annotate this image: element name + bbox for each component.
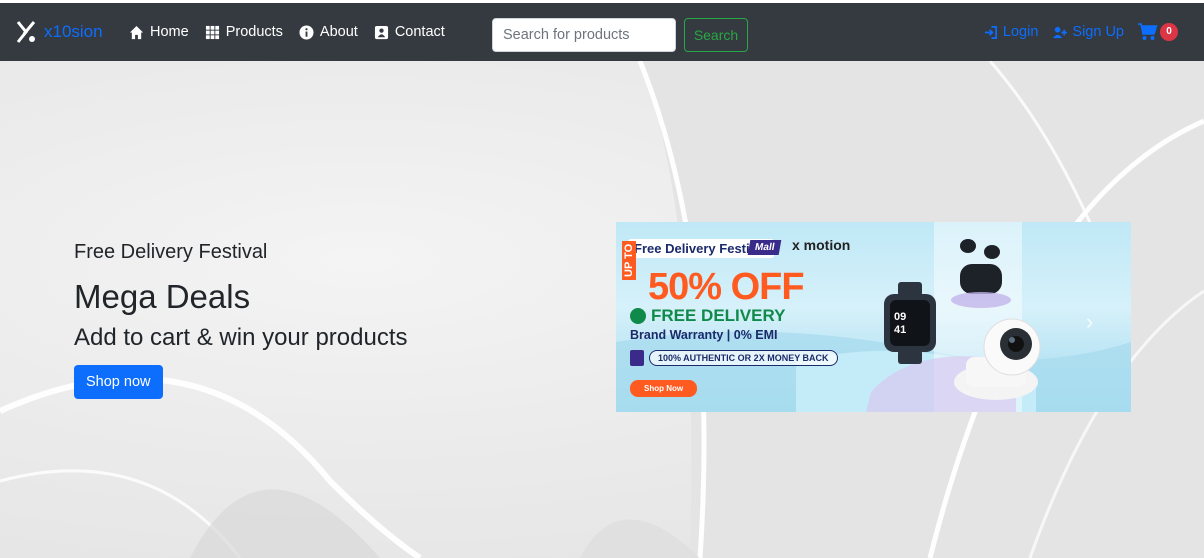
contact-card-icon <box>374 25 388 39</box>
grid-icon <box>205 25 219 39</box>
banner-mall-tag: Mall <box>747 240 782 255</box>
banner-delivery-label: FREE DELIVERY <box>651 306 786 325</box>
banner-authentic-label: 100% AUTHENTIC OR 2X MONEY BACK <box>649 350 838 366</box>
nav-home-label: Home <box>150 24 189 40</box>
nav-products[interactable]: Products <box>205 24 283 40</box>
banner-brand: x motion <box>792 237 851 253</box>
navbar: x10sion Home Products About Contact Sear… <box>0 0 1204 61</box>
nav-contact-label: Contact <box>394 24 445 40</box>
x10sion-logo-icon <box>16 21 36 43</box>
svg-text:41: 41 <box>894 324 906 336</box>
hero-tagline: Add to cart & win your products <box>74 324 408 351</box>
svg-text:09: 09 <box>894 311 906 323</box>
login-label: Login <box>1002 24 1039 40</box>
shopping-bag-icon <box>630 350 644 366</box>
home-icon <box>129 25 144 39</box>
hero-subtitle: Free Delivery Festival <box>74 241 268 263</box>
chevron-right-icon[interactable]: › <box>1086 309 1093 335</box>
banner-shop-now-button[interactable]: Shop Now <box>630 380 698 397</box>
brand-name: x10sion <box>44 22 103 41</box>
sign-in-icon <box>984 25 997 39</box>
banner-authentic: 100% AUTHENTIC OR 2X MONEY BACK <box>630 350 838 366</box>
info-icon <box>299 24 314 40</box>
cart-icon <box>1138 23 1158 40</box>
signup-label: Sign Up <box>1072 24 1124 40</box>
login-link[interactable]: Login <box>983 24 1038 40</box>
main-nav: Home Products About Contact <box>129 24 445 40</box>
hero-text: Free Delivery Festival Mega Deals Add to… <box>74 241 408 399</box>
banner-upto: UP TO <box>622 240 636 280</box>
signup-link[interactable]: Sign Up <box>1052 24 1124 40</box>
cart-count-badge: 0 <box>1160 23 1178 41</box>
user-plus-icon <box>1053 26 1068 38</box>
shop-now-button[interactable]: Shop now <box>74 365 163 399</box>
search-input[interactable] <box>492 18 676 52</box>
banner-warranty: Brand Warranty | 0% EMI <box>630 328 778 342</box>
nav-about-label: About <box>319 24 358 40</box>
nav-contact[interactable]: Contact <box>374 24 445 40</box>
hero-carousel: Free Delivery Festival Mega Deals Add to… <box>0 61 1204 558</box>
nav-home[interactable]: Home <box>129 24 189 40</box>
nav-products-label: Products <box>225 24 283 40</box>
banner-discount: 50% OFF <box>648 266 805 308</box>
account-nav: Login Sign Up 0 <box>983 23 1178 41</box>
promo-banner-image[interactable]: 09 41 Free Delivery Festival Mall x moti… <box>616 222 1131 412</box>
smartwatch-graphic: 09 41 <box>884 282 936 364</box>
truck-icon <box>630 308 646 324</box>
cart-button[interactable]: 0 <box>1138 23 1178 41</box>
search-button[interactable]: Search <box>684 18 748 52</box>
banner-free-delivery: FREE DELIVERY <box>630 306 785 326</box>
brand-link[interactable]: x10sion <box>16 17 103 47</box>
nav-about[interactable]: About <box>299 24 358 40</box>
hero-title: Mega Deals <box>74 278 251 315</box>
